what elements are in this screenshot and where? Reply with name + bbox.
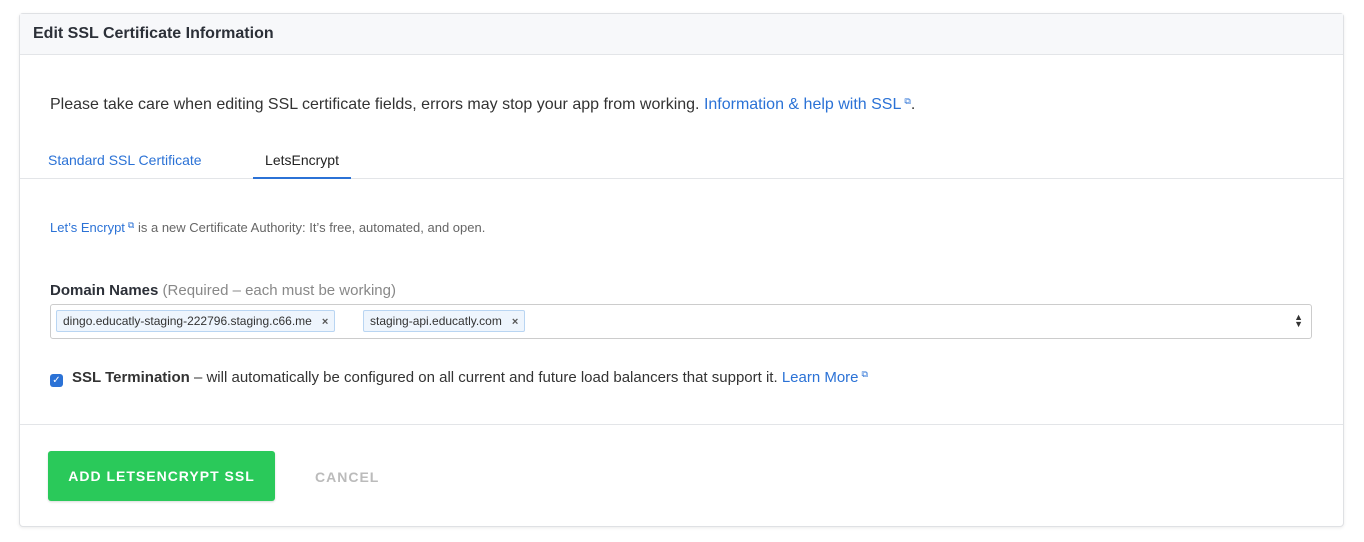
domain-names-label: Domain Names (Required – each must be wo… bbox=[50, 282, 396, 299]
tabs: Standard SSL Certificate LetsEncrypt bbox=[20, 148, 1343, 179]
tab-letsencrypt[interactable]: LetsEncrypt bbox=[253, 152, 351, 179]
ssl-termination-label: SSL Termination bbox=[72, 369, 190, 386]
ssl-termination-row: ✓ SSL Termination – will automatically be… bbox=[50, 369, 868, 387]
domain-tag: dingo.educatly-staging-222796.staging.c6… bbox=[56, 310, 336, 332]
domain-tag: staging-api.educatly.com × bbox=[363, 310, 526, 332]
learn-more-link[interactable]: Learn More bbox=[782, 369, 859, 386]
warning-message: Please take care when editing SSL certif… bbox=[50, 96, 704, 113]
remove-tag-icon[interactable]: × bbox=[322, 316, 328, 328]
ssl-termination-checkbox[interactable]: ✓ bbox=[50, 374, 63, 387]
domain-hint: (Required – each must be working) bbox=[162, 282, 396, 299]
cancel-button[interactable]: CANCEL bbox=[315, 469, 379, 485]
warning-end: . bbox=[910, 96, 916, 113]
warning-text: Please take care when editing SSL certif… bbox=[50, 96, 915, 114]
domain-label-text: Domain Names bbox=[50, 282, 159, 299]
panel-title: Edit SSL Certificate Information bbox=[20, 14, 1343, 55]
external-link-icon: ⧉ bbox=[861, 369, 868, 379]
remove-tag-icon[interactable]: × bbox=[512, 316, 518, 328]
letsencrypt-description: is a new Certificate Authority: It’s fre… bbox=[134, 220, 486, 235]
select-arrows-icon[interactable]: ▲ ▼ bbox=[1294, 313, 1303, 329]
divider bbox=[20, 424, 1343, 425]
add-letsencrypt-button[interactable]: ADD LETSENCRYPT SSL bbox=[48, 451, 275, 501]
letsencrypt-link[interactable]: Let’s Encrypt bbox=[50, 220, 125, 235]
ssl-edit-panel: Edit SSL Certificate Information Please … bbox=[19, 13, 1344, 527]
domain-tag-label: staging-api.educatly.com bbox=[370, 314, 502, 328]
ssl-termination-text: – will automatically be configured on al… bbox=[189, 369, 782, 386]
domain-names-select[interactable]: dingo.educatly-staging-222796.staging.c6… bbox=[50, 304, 1312, 339]
ssl-help-link[interactable]: Information & help with SSL bbox=[704, 96, 901, 113]
domain-tag-label: dingo.educatly-staging-222796.staging.c6… bbox=[63, 314, 312, 328]
tab-standard-ssl[interactable]: Standard SSL Certificate bbox=[48, 152, 202, 177]
letsencrypt-info: Let’s Encrypt ⧉ is a new Certificate Auth… bbox=[50, 220, 485, 235]
